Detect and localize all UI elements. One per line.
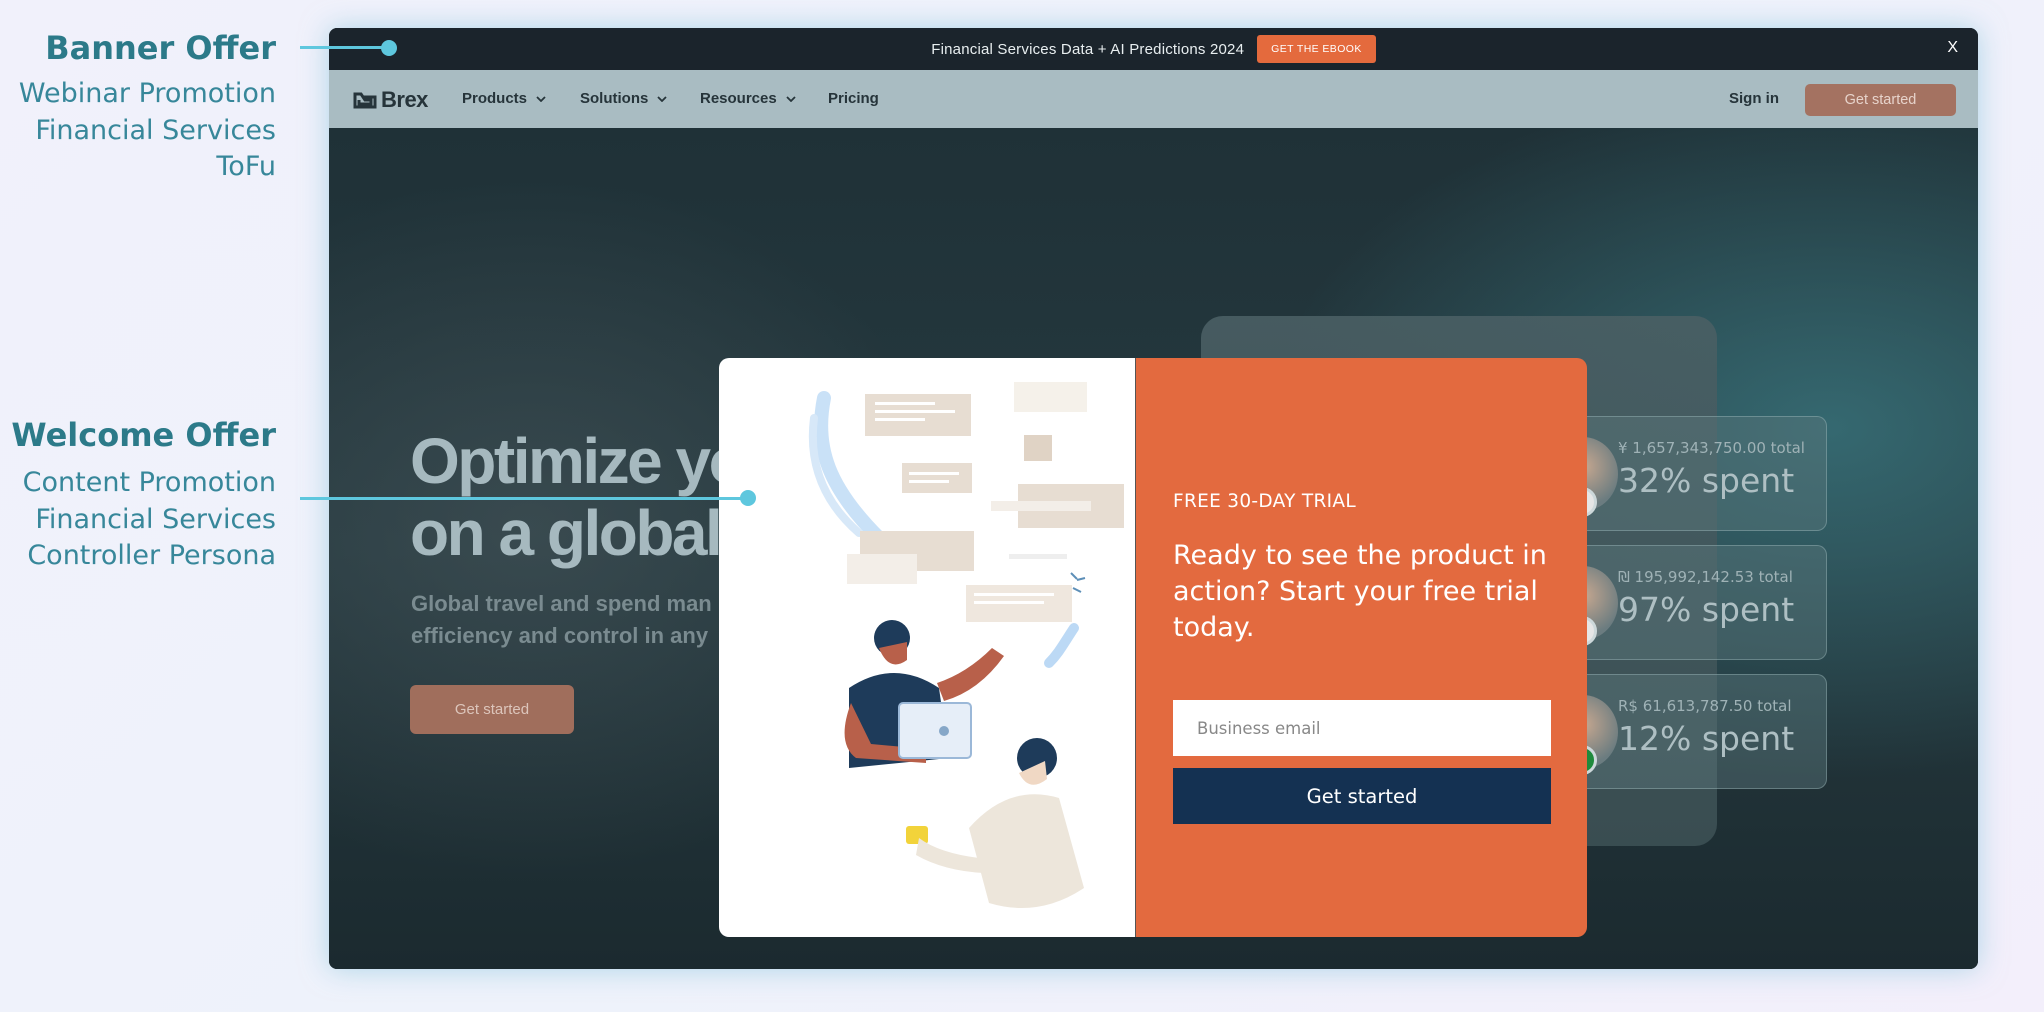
get-ebook-button[interactable]: GET THE EBOOK bbox=[1257, 35, 1376, 63]
stat-percent: 32% spent bbox=[1618, 461, 1795, 500]
hero-section: Optimize yo on a global Global travel an… bbox=[329, 128, 1978, 969]
annotation-line: Controller Persona bbox=[27, 540, 276, 571]
stat-total: ¥ 1,657,343,750.00 total bbox=[1618, 439, 1805, 457]
stat-percent: 12% spent bbox=[1618, 719, 1795, 758]
banner-connector-line bbox=[300, 46, 388, 49]
annotation-line: Content Promotion bbox=[22, 467, 276, 498]
stat-total: R$ 61,613,787.50 total bbox=[1618, 697, 1792, 715]
stat-card: ¥ 1,657,343,750.00 total 32% spent bbox=[1548, 416, 1827, 531]
welcome-offer-annotation: Welcome Offer Content Promotion Financia… bbox=[0, 415, 276, 575]
nav-resources[interactable]: Resources bbox=[700, 90, 796, 107]
welcome-connector-dot bbox=[740, 490, 756, 506]
hero-get-started-button[interactable]: Get started bbox=[410, 685, 574, 734]
chevron-down-icon bbox=[536, 95, 546, 102]
sign-in-link[interactable]: Sign in bbox=[1729, 90, 1779, 107]
annotation-line: ToFu bbox=[216, 151, 276, 182]
banner-connector-dot bbox=[381, 40, 397, 56]
nav-label: Products bbox=[462, 90, 528, 107]
top-nav: Brex Products Solutions Resources Pricin… bbox=[329, 70, 1978, 128]
nav-label: Pricing bbox=[828, 90, 879, 107]
modal-illustration-panel bbox=[719, 358, 1136, 937]
banner-text: Financial Services Data + AI Predictions… bbox=[931, 40, 1245, 58]
business-email-input[interactable] bbox=[1173, 700, 1551, 756]
brex-logo-icon bbox=[353, 92, 377, 109]
trial-label: FREE 30-DAY TRIAL bbox=[1173, 491, 1356, 512]
collaboration-illustration bbox=[808, 382, 1124, 908]
nav-pricing[interactable]: Pricing bbox=[828, 90, 879, 107]
chevron-down-icon bbox=[657, 95, 667, 102]
banner-close-button[interactable]: X bbox=[1947, 39, 1958, 57]
annotation-heading: Banner Offer bbox=[45, 29, 276, 67]
chevron-down-icon bbox=[786, 95, 796, 102]
nav-get-started-button[interactable]: Get started bbox=[1805, 84, 1956, 116]
annotation-line: Webinar Promotion bbox=[18, 78, 276, 109]
modal-form-panel: FREE 30-DAY TRIAL Ready to see the produ… bbox=[1136, 358, 1587, 937]
annotation-line: Financial Services bbox=[35, 503, 276, 535]
nav-products[interactable]: Products bbox=[462, 90, 546, 107]
nav-label: Resources bbox=[700, 90, 777, 107]
welcome-offer-modal: FREE 30-DAY TRIAL Ready to see the produ… bbox=[719, 358, 1587, 937]
modal-get-started-button[interactable]: Get started bbox=[1173, 768, 1551, 824]
stat-percent: 97% spent bbox=[1618, 590, 1795, 629]
promo-banner: Financial Services Data + AI Predictions… bbox=[329, 28, 1978, 70]
banner-offer-annotation: Banner Offer Webinar Promotion Financial… bbox=[0, 28, 276, 186]
stat-card: R$ 61,613,787.50 total 12% spent bbox=[1548, 674, 1827, 789]
nav-label: Solutions bbox=[580, 90, 649, 107]
stat-total: ₪ 195,992,142.53 total bbox=[1618, 568, 1793, 586]
brex-logo[interactable]: Brex bbox=[353, 87, 428, 113]
stat-card: ₪ 195,992,142.53 total 97% spent bbox=[1548, 545, 1827, 660]
logo-text: Brex bbox=[381, 87, 428, 112]
modal-heading: Ready to see the product in action? Star… bbox=[1173, 540, 1547, 643]
annotation-line: Financial Services bbox=[35, 114, 276, 146]
welcome-connector-line bbox=[300, 497, 748, 500]
annotation-heading: Welcome Offer bbox=[11, 416, 276, 454]
nav-solutions[interactable]: Solutions bbox=[580, 90, 667, 107]
